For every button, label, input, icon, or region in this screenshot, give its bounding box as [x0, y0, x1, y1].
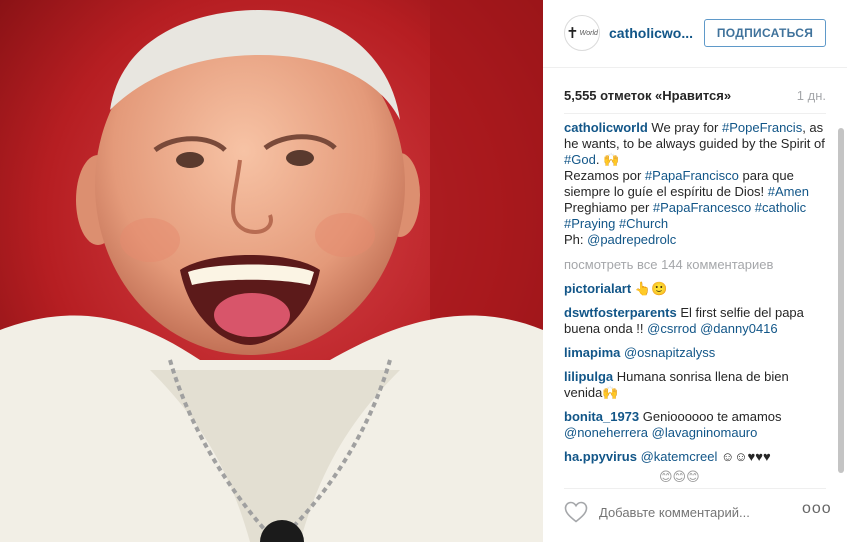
caption-line: Preghiamo per #PapaFrancesco #catholic #… — [564, 200, 826, 232]
mention-or-hashtag-link[interactable]: #Amen — [768, 184, 809, 199]
comment-item: bonita_1973 Genioooooo te amamos @nonehe… — [564, 409, 826, 441]
caption-line: Ph: @padrepedrolc — [564, 232, 826, 248]
caption-username[interactable]: catholicworld — [564, 120, 648, 135]
post-header: ✝ World catholicwo... ПОДПИСАТЬСЯ — [543, 0, 847, 68]
mention-or-hashtag-link[interactable]: #Praying — [564, 216, 615, 231]
mention-or-hashtag-link[interactable]: @noneherrera — [564, 425, 648, 440]
comment-username[interactable]: lilipulga — [564, 369, 613, 384]
comment-text: . 🙌 — [595, 152, 620, 167]
mention-or-hashtag-link[interactable]: #PapaFrancisco — [645, 168, 739, 183]
comment-username[interactable]: limapima — [564, 345, 620, 360]
divider — [564, 113, 826, 114]
post-caption: catholicworld We pray for #PopeFrancis, … — [564, 120, 826, 248]
divider — [564, 488, 826, 489]
comment-item: lilipulga Humana sonrisa llena de bien v… — [564, 369, 826, 401]
scrollbar-thumb[interactable] — [838, 128, 844, 473]
mention-or-hashtag-link[interactable]: @danny0416 — [700, 321, 778, 336]
mention-or-hashtag-link[interactable]: @katemcreel — [641, 449, 718, 464]
comments-scrollbar[interactable] — [838, 120, 844, 482]
caption-line: catholicworld We pray for #PopeFrancis, … — [564, 120, 826, 168]
mention-or-hashtag-link[interactable]: #PopeFrancis — [722, 120, 802, 135]
comment-item: limapima @osnapitzalyss — [564, 345, 826, 361]
comment-text: Ph: — [564, 232, 588, 247]
mention-or-hashtag-link[interactable]: @padrepedrolc — [587, 232, 676, 247]
comment-username[interactable]: pictorialart — [564, 281, 631, 296]
mention-or-hashtag-link[interactable]: @osnapitzalyss — [624, 345, 715, 360]
comments-list: catholicworld We pray for #PopeFrancis, … — [564, 120, 826, 484]
caption-line: Rezamos por #PapaFrancisco para que siem… — [564, 168, 826, 200]
username-link[interactable]: catholicwo... — [609, 25, 699, 41]
mention-or-hashtag-link[interactable]: #PapaFrancesco — [653, 200, 751, 215]
stats-row: 5,555 отметок «Нравится» 1 дн. — [564, 88, 826, 106]
comment-item: dswtfosterparents El first selfie del pa… — [564, 305, 826, 337]
mention-or-hashtag-link[interactable]: @csrrod — [647, 321, 696, 336]
post-time[interactable]: 1 дн. — [797, 88, 826, 103]
add-comment-input[interactable] — [599, 505, 769, 520]
post-photo[interactable] — [0, 0, 543, 542]
comment-text: ☺☺♥♥♥ — [717, 449, 771, 464]
comment-text: Rezamos por — [564, 168, 645, 183]
likes-count[interactable]: 5,555 отметок «Нравится» — [564, 88, 731, 103]
photo-illustration — [0, 0, 543, 542]
comment-username[interactable]: dswtfosterparents — [564, 305, 677, 320]
post-sidebar: ✝ World catholicwo... ПОДПИСАТЬСЯ 5,555 … — [543, 0, 847, 542]
view-all-comments-link[interactable]: посмотреть все 144 комментариев — [564, 257, 826, 273]
comment-item: ha.ppyvirus @katemcreel ☺☺♥♥♥ — [564, 449, 826, 465]
comment-item: pictorialart 👆🙂 — [564, 281, 826, 297]
comment-text: 👆🙂 — [631, 281, 668, 296]
follow-button[interactable]: ПОДПИСАТЬСЯ — [704, 19, 826, 47]
avatar-logo-text: World — [579, 29, 598, 37]
comment-text: We pray for — [651, 120, 722, 135]
heart-outline-icon[interactable] — [564, 501, 588, 523]
comment-username[interactable]: ha.ppyvirus — [564, 449, 637, 464]
mention-or-hashtag-link[interactable]: #God — [564, 152, 596, 167]
mention-or-hashtag-link[interactable]: @lavagninomauro — [652, 425, 758, 440]
mention-or-hashtag-link[interactable]: #Church — [619, 216, 668, 231]
more-options-button[interactable]: ooo — [802, 501, 832, 517]
comment-text: Genioooooo te amamos — [639, 409, 782, 424]
cross-icon: ✝ — [566, 23, 579, 42]
truncated-comment-line: 😊😊😊 — [659, 469, 700, 484]
comment-text: Preghiamo per — [564, 200, 653, 215]
comment-items: pictorialart 👆🙂 dswtfosterparents El firs… — [564, 281, 826, 465]
avatar[interactable]: ✝ World — [564, 15, 600, 51]
mention-or-hashtag-link[interactable]: #catholic — [755, 200, 806, 215]
comment-username[interactable]: bonita_1973 — [564, 409, 639, 424]
